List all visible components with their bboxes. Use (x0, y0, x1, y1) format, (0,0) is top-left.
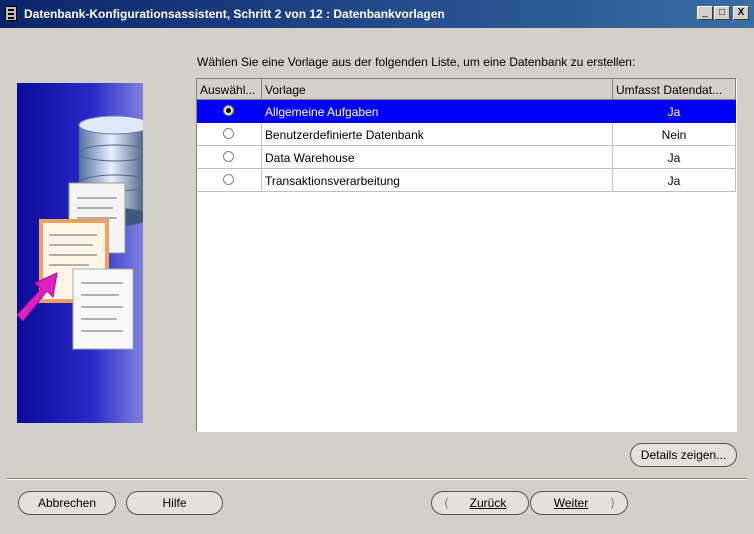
next-label: Weiter (553, 496, 589, 510)
template-radio[interactable] (223, 105, 234, 116)
table-row[interactable]: Transaktionsverarbeitung Ja (197, 169, 736, 192)
column-header-select[interactable]: Auswähl... (197, 79, 262, 100)
minimize-button[interactable]: _ (697, 6, 713, 20)
back-button[interactable]: ⟨ Zurück (431, 491, 529, 515)
window-title: Datenbank-Konfigurationsassistent, Schri… (24, 7, 445, 21)
includes-datafiles: Nein (613, 123, 736, 146)
instruction-text: Wählen Sie eine Vorlage aus der folgende… (197, 55, 636, 69)
template-radio[interactable] (223, 128, 234, 139)
app-icon (5, 6, 17, 21)
includes-datafiles: Ja (613, 146, 736, 169)
template-name: Allgemeine Aufgaben (262, 100, 613, 123)
template-table: Auswähl... Vorlage Umfasst Datendat... A… (196, 78, 737, 432)
chevron-left-icon: ⟨ (444, 496, 449, 510)
includes-datafiles: Ja (613, 100, 736, 123)
table-row[interactable]: Benutzerdefinierte Datenbank Nein (197, 123, 736, 146)
template-name: Benutzerdefinierte Datenbank (262, 123, 613, 146)
column-header-template[interactable]: Vorlage (262, 79, 613, 100)
separator (7, 478, 747, 480)
maximize-button[interactable]: □ (714, 6, 730, 20)
help-button[interactable]: Hilfe (126, 491, 223, 515)
includes-datafiles: Ja (613, 169, 736, 192)
column-header-includes-datafiles[interactable]: Umfasst Datendat... (613, 79, 736, 100)
table-row[interactable]: Allgemeine Aufgaben Ja (197, 100, 736, 123)
database-illustration (17, 83, 143, 423)
back-label: Zurück (469, 496, 507, 510)
details-button[interactable]: Details zeigen... (630, 443, 737, 467)
cancel-button[interactable]: Abbrechen (18, 491, 116, 515)
template-radio[interactable] (223, 151, 234, 162)
table-row[interactable]: Data Warehouse Ja (197, 146, 736, 169)
title-bar: Datenbank-Konfigurationsassistent, Schri… (0, 0, 754, 28)
chevron-right-icon: ⟩ (610, 496, 615, 510)
template-name: Data Warehouse (262, 146, 613, 169)
close-button[interactable]: X (733, 6, 749, 20)
template-radio[interactable] (223, 174, 234, 185)
template-name: Transaktionsverarbeitung (262, 169, 613, 192)
next-button[interactable]: Weiter ⟩ (530, 491, 628, 515)
